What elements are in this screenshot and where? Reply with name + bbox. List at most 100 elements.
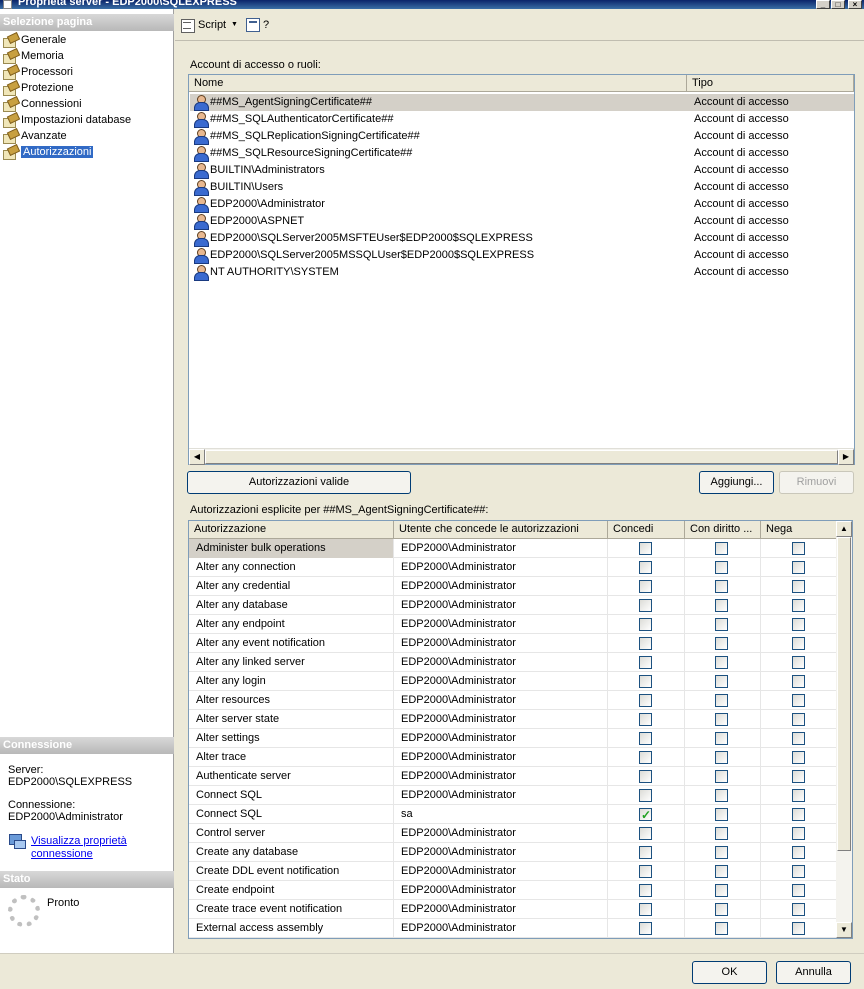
with-grant-checkbox[interactable] bbox=[715, 561, 728, 574]
cancel-button[interactable]: Annulla bbox=[776, 961, 851, 984]
nav-item-memoria[interactable]: Memoria bbox=[0, 48, 174, 64]
help-icon[interactable] bbox=[246, 18, 260, 32]
login-row[interactable]: ##MS_SQLReplicationSigningCertificate## A… bbox=[190, 128, 854, 145]
with-grant-checkbox[interactable] bbox=[715, 618, 728, 631]
permission-row[interactable]: Authenticate server EDP2000\Administrator bbox=[189, 767, 837, 786]
permissions-grid[interactable]: Autorizzazione Utente che concede le aut… bbox=[188, 520, 853, 939]
permission-row[interactable]: Control server EDP2000\Administrator bbox=[189, 824, 837, 843]
scroll-down-button[interactable]: ▼ bbox=[836, 922, 852, 938]
vscroll-thumb[interactable] bbox=[837, 537, 851, 851]
deny-checkbox[interactable] bbox=[792, 599, 805, 612]
login-row[interactable]: BUILTIN\Administrators Account di accesso bbox=[190, 162, 854, 179]
grant-checkbox[interactable] bbox=[639, 846, 652, 859]
with-grant-checkbox[interactable] bbox=[715, 770, 728, 783]
grant-checkbox[interactable] bbox=[639, 865, 652, 878]
permission-row[interactable]: Alter settings EDP2000\Administrator bbox=[189, 729, 837, 748]
permission-row[interactable]: Alter any endpoint EDP2000\Administrator bbox=[189, 615, 837, 634]
help-button[interactable]: ? bbox=[263, 19, 269, 31]
grant-checkbox[interactable] bbox=[639, 732, 652, 745]
deny-checkbox[interactable] bbox=[792, 732, 805, 745]
with-grant-checkbox[interactable] bbox=[715, 808, 728, 821]
with-grant-checkbox[interactable] bbox=[715, 846, 728, 859]
permissions-vscrollbar[interactable]: ▲ ▼ bbox=[836, 521, 852, 938]
nav-item-impostazioni-database[interactable]: Impostazioni database bbox=[0, 112, 174, 128]
deny-checkbox[interactable] bbox=[792, 713, 805, 726]
deny-checkbox[interactable] bbox=[792, 922, 805, 935]
column-header-grantor[interactable]: Utente che concede le autorizzazioni bbox=[394, 521, 608, 539]
permission-row[interactable]: Create endpoint EDP2000\Administrator bbox=[189, 881, 837, 900]
login-row[interactable]: EDP2000\ASPNET Account di accesso bbox=[190, 213, 854, 230]
grant-checkbox[interactable] bbox=[639, 637, 652, 650]
permission-row[interactable]: Alter resources EDP2000\Administrator bbox=[189, 691, 837, 710]
column-header-permission[interactable]: Autorizzazione bbox=[189, 521, 394, 539]
grant-checkbox[interactable] bbox=[639, 656, 652, 669]
deny-checkbox[interactable] bbox=[792, 884, 805, 897]
with-grant-checkbox[interactable] bbox=[715, 694, 728, 707]
deny-checkbox[interactable] bbox=[792, 637, 805, 650]
with-grant-checkbox[interactable] bbox=[715, 656, 728, 669]
grant-checkbox[interactable] bbox=[639, 903, 652, 916]
deny-checkbox[interactable] bbox=[792, 542, 805, 555]
with-grant-checkbox[interactable] bbox=[715, 865, 728, 878]
deny-checkbox[interactable] bbox=[792, 808, 805, 821]
deny-checkbox[interactable] bbox=[792, 694, 805, 707]
permission-row[interactable]: Alter server state EDP2000\Administrator bbox=[189, 710, 837, 729]
column-header-type[interactable]: Tipo bbox=[687, 75, 854, 92]
view-connection-properties-link-2[interactable]: connessione bbox=[31, 848, 93, 860]
nav-item-connessioni[interactable]: Connessioni bbox=[0, 96, 174, 112]
with-grant-checkbox[interactable] bbox=[715, 599, 728, 612]
permission-row[interactable]: Connect SQL EDP2000\Administrator bbox=[189, 786, 837, 805]
deny-checkbox[interactable] bbox=[792, 580, 805, 593]
deny-checkbox[interactable] bbox=[792, 865, 805, 878]
nav-item-avanzate[interactable]: Avanzate bbox=[0, 128, 174, 144]
view-connection-properties-link[interactable]: Visualizza proprietà bbox=[31, 835, 127, 847]
login-row[interactable]: BUILTIN\Users Account di accesso bbox=[190, 179, 854, 196]
grant-checkbox[interactable] bbox=[639, 694, 652, 707]
grant-checkbox[interactable] bbox=[639, 827, 652, 840]
deny-checkbox[interactable] bbox=[792, 751, 805, 764]
add-button[interactable]: Aggiungi... bbox=[699, 471, 774, 494]
deny-checkbox[interactable] bbox=[792, 846, 805, 859]
column-header-grant[interactable]: Concedi bbox=[608, 521, 685, 539]
permission-row[interactable]: Connect SQL sa bbox=[189, 805, 837, 824]
with-grant-checkbox[interactable] bbox=[715, 637, 728, 650]
with-grant-checkbox[interactable] bbox=[715, 732, 728, 745]
with-grant-checkbox[interactable] bbox=[715, 542, 728, 555]
grant-checkbox[interactable] bbox=[639, 789, 652, 802]
nav-item-processori[interactable]: Processori bbox=[0, 64, 174, 80]
permission-row[interactable]: Alter any event notification EDP2000\Admi… bbox=[189, 634, 837, 653]
grant-checkbox[interactable] bbox=[639, 770, 652, 783]
grant-checkbox[interactable] bbox=[639, 713, 652, 726]
permission-row[interactable]: Alter any login EDP2000\Administrator bbox=[189, 672, 837, 691]
deny-checkbox[interactable] bbox=[792, 675, 805, 688]
login-row[interactable]: EDP2000\SQLServer2005MSSQLUser$EDP2000$S… bbox=[190, 247, 854, 264]
grant-checkbox[interactable] bbox=[639, 561, 652, 574]
permission-row[interactable]: Alter any database EDP2000\Administrator bbox=[189, 596, 837, 615]
permission-row[interactable]: Alter trace EDP2000\Administrator bbox=[189, 748, 837, 767]
with-grant-checkbox[interactable] bbox=[715, 922, 728, 935]
grant-checkbox[interactable] bbox=[639, 599, 652, 612]
grant-checkbox[interactable] bbox=[639, 542, 652, 555]
permission-row[interactable]: Alter any linked server EDP2000\Administr… bbox=[189, 653, 837, 672]
deny-checkbox[interactable] bbox=[792, 770, 805, 783]
permission-row[interactable]: Create any database EDP2000\Administrator bbox=[189, 843, 837, 862]
deny-checkbox[interactable] bbox=[792, 618, 805, 631]
permission-row[interactable]: Administer bulk operations EDP2000\Admini… bbox=[189, 539, 837, 558]
nav-item-autorizzazioni[interactable]: Autorizzazioni bbox=[0, 144, 174, 160]
deny-checkbox[interactable] bbox=[792, 561, 805, 574]
script-dropdown-icon[interactable]: ▼ bbox=[231, 21, 238, 28]
grant-checkbox[interactable] bbox=[639, 922, 652, 935]
deny-checkbox[interactable] bbox=[792, 789, 805, 802]
grant-checkbox[interactable] bbox=[639, 618, 652, 631]
hscroll-thumb[interactable] bbox=[205, 450, 838, 464]
grant-checkbox[interactable] bbox=[639, 751, 652, 764]
login-row[interactable]: ##MS_SQLAuthenticatorCertificate## Accoun… bbox=[190, 111, 854, 128]
column-header-with-grant[interactable]: Con diritto ... bbox=[685, 521, 761, 539]
script-icon[interactable] bbox=[180, 18, 196, 33]
grant-checkbox[interactable] bbox=[639, 580, 652, 593]
with-grant-checkbox[interactable] bbox=[715, 675, 728, 688]
with-grant-checkbox[interactable] bbox=[715, 903, 728, 916]
with-grant-checkbox[interactable] bbox=[715, 713, 728, 726]
with-grant-checkbox[interactable] bbox=[715, 884, 728, 897]
scroll-left-button[interactable]: ◀ bbox=[189, 449, 205, 465]
